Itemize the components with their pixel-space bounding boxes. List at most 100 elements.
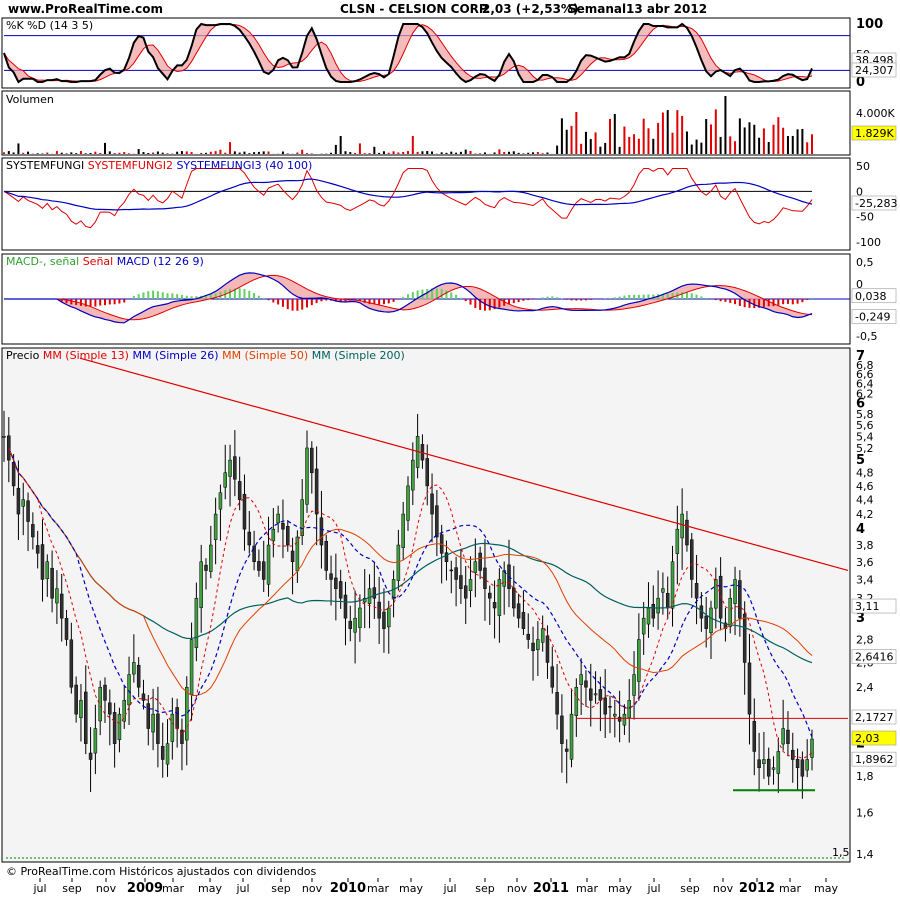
volume-bar [758, 137, 761, 154]
volume-bar [786, 135, 789, 154]
macd-hist-bar [190, 296, 193, 299]
macd-hist-bar [642, 294, 645, 299]
ticker-name: CLSN - CELSION CORP. [340, 2, 490, 16]
price-candle-body [478, 552, 482, 571]
volume-bar [546, 152, 549, 154]
macd-hist-bar [575, 299, 578, 301]
volume-bar [493, 152, 496, 154]
volume-bar [806, 142, 809, 154]
macd-hist-bar [161, 292, 164, 299]
macd-hist-bar [180, 294, 183, 299]
macd-hist-bar [426, 289, 429, 299]
price-candle-body [382, 611, 386, 629]
macd-hist-bar [387, 299, 390, 304]
macd-hist-bar [306, 299, 308, 308]
volume-bar [782, 127, 785, 154]
price-candle-body [521, 612, 526, 629]
macd-hist-bar [152, 290, 155, 299]
price-candle-body [406, 485, 410, 521]
price-candle-body [449, 569, 454, 572]
volume-bar [594, 132, 597, 154]
macd-hist-bar [315, 299, 318, 304]
volume-bar [46, 152, 49, 154]
macd-hist-bar [474, 299, 477, 308]
price-axis-label: 3 [856, 611, 865, 626]
volume-bar [811, 134, 813, 154]
volume-bar [445, 152, 448, 154]
price-candle-body [632, 674, 636, 696]
price-candle-body [314, 468, 319, 515]
macd-hist-bar [618, 296, 621, 299]
volume-bar [705, 119, 708, 154]
macd-hist-bar [734, 299, 737, 305]
price-candle-body [747, 662, 752, 715]
price-label: Precio MM (Simple 13) MM (Simple 26) MM … [6, 349, 405, 362]
stochastic-panel: %K %D (14 3 5)10050038,49824,307 [1, 17, 897, 90]
volume-bar [748, 122, 751, 154]
price-axis-label: 4,8 [856, 467, 874, 480]
price-candle-body [757, 759, 761, 769]
volume-bar [368, 153, 371, 154]
price-candle-body [608, 706, 612, 708]
volume-bar [734, 141, 737, 154]
macd-hist-bar [402, 296, 405, 299]
macd-hist-bar [104, 299, 106, 306]
macd-hist-bar [147, 291, 150, 299]
volume-bar [753, 124, 756, 154]
volume-bar [358, 143, 361, 154]
macd-hist-bar [565, 299, 568, 300]
macd-axis-label: 0,5 [856, 256, 874, 269]
sysfungi-label: SYSTEMFUNGI SYSTEMFUNGI2 SYSTEMFUNGI3 (4… [6, 159, 312, 172]
volume-bar [575, 111, 578, 154]
volume-bar [671, 132, 674, 154]
price-candle-body [79, 700, 83, 719]
volume-bar [421, 151, 424, 154]
macd-hist-bar [767, 299, 770, 307]
price-candle-body [290, 550, 295, 563]
macd-hist-bar [782, 299, 785, 305]
price-candle-body [637, 639, 641, 682]
volume-bar [532, 152, 535, 154]
volume-bar [416, 151, 419, 154]
volume-bar [17, 143, 20, 154]
price-candle-body [117, 713, 122, 741]
macd-hist-bar [811, 297, 813, 299]
systemfungi-panel: SYSTEMFUNGI SYSTEMFUNGI2 SYSTEMFUNGI3 (4… [1, 157, 897, 251]
price-axis-label: 4 [856, 522, 865, 537]
volume-bar [94, 151, 97, 154]
macd-hist-bar [738, 299, 741, 306]
volume-bar [118, 152, 121, 154]
price-candle-body [204, 564, 208, 571]
volume-bar [676, 110, 679, 154]
macd-hist-bar [113, 299, 116, 305]
volume-bar [772, 124, 775, 154]
price-sma50-value: 3,11 [855, 600, 880, 613]
price-candle-body [343, 594, 348, 619]
price-candle-body [512, 587, 516, 609]
x-tick-label: nov [713, 882, 734, 895]
macd-panel: MACD-, señal Señal MACD (12 26 9) 0,50-0,… [1, 253, 897, 345]
price-candle-body [531, 642, 535, 652]
price-candle-body [680, 513, 684, 539]
volume-bar [407, 151, 409, 154]
price-candle-body [646, 607, 651, 625]
volume-bar [306, 153, 308, 154]
volume-bar [156, 151, 159, 154]
price-candle-body [704, 615, 708, 629]
volume-bar [681, 115, 684, 154]
price-candle-body [795, 758, 800, 769]
price-candle-body [261, 561, 266, 580]
price-candle-body [771, 767, 776, 770]
price-candle-body [103, 684, 107, 701]
price-candle-body [526, 633, 530, 640]
volume-bar [296, 152, 299, 154]
volume-bar [397, 152, 400, 154]
price-candle-body [218, 492, 223, 510]
price-sma200-value: 1,8962 [855, 753, 894, 766]
x-tick-label: mar [779, 882, 801, 895]
sysfungi-label-part: SYSTEMFUNGI3 (40 100) [173, 159, 312, 172]
price-candle-body [786, 729, 790, 744]
price-candle-body [300, 499, 304, 537]
price-label-part: MM (Simple 26) [129, 349, 219, 362]
volume-bar [65, 153, 68, 154]
